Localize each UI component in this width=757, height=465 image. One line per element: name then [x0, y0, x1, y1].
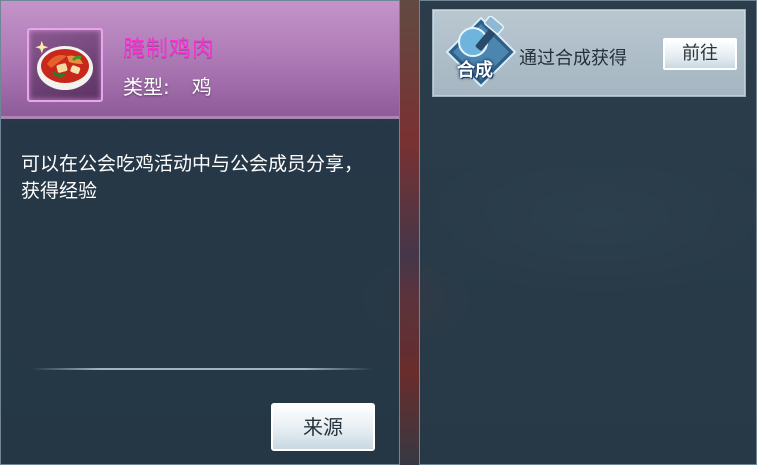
item-name: 腌制鸡肉 — [123, 37, 216, 62]
item-icon-frame — [27, 28, 103, 102]
source-entry-text: 通过合成获得 — [519, 48, 627, 69]
crafting-icon-label: 合成 — [457, 60, 493, 81]
source-entry-crafting: 合成 通过合成获得 前往 — [432, 9, 746, 97]
divider — [31, 368, 373, 370]
item-header: 腌制鸡肉 类型: 鸡 — [1, 1, 399, 119]
game-scene-character-strip — [398, 0, 420, 465]
crafting-icon: 合成 — [445, 16, 517, 88]
source-button[interactable]: 来源 — [271, 403, 375, 451]
item-type: 类型: 鸡 — [123, 71, 212, 100]
goto-button[interactable]: 前往 — [663, 38, 737, 70]
source-panel: 合成 通过合成获得 前往 — [419, 0, 757, 465]
item-type-label: 类型: — [123, 75, 170, 99]
item-description: 可以在公会吃鸡活动中与公会成员分享，获得经验 — [21, 153, 364, 202]
item-detail-panel: 腌制鸡肉 类型: 鸡 可以在公会吃鸡活动中与公会成员分享，获得经验 来源 — [0, 0, 400, 465]
marinated-chicken-icon — [35, 40, 93, 90]
item-type-value: 鸡 — [191, 75, 212, 99]
